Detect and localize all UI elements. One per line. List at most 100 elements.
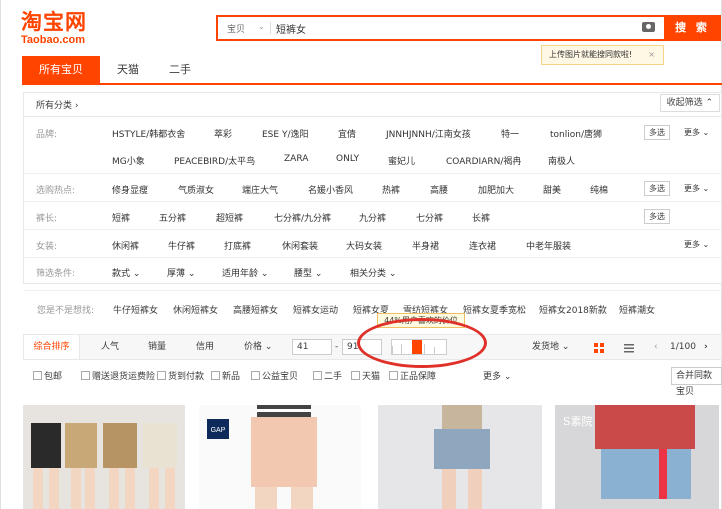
option[interactable]: 热裤 [382, 183, 400, 196]
multi-select-button[interactable]: 多选 [644, 125, 670, 140]
filter-label: 新品 [222, 372, 241, 382]
option[interactable]: 中老年服装 [526, 239, 571, 252]
option[interactable]: 端庄大气 [242, 183, 278, 196]
option[interactable]: 长裤 [472, 211, 490, 224]
product-card[interactable] [23, 405, 185, 509]
option[interactable]: 牛仔裤 [168, 239, 195, 252]
option[interactable]: MG小象 [112, 154, 145, 167]
filter-charity[interactable]: 公益宝贝 [251, 369, 298, 382]
suggest-link[interactable]: 短裤女运动 [293, 303, 338, 316]
option[interactable]: 打底裤 [224, 239, 251, 252]
option[interactable]: 加肥加大 [478, 183, 514, 196]
prev-page-icon[interactable]: ‹ [654, 335, 658, 359]
filter-new[interactable]: 新品 [211, 369, 240, 382]
dropdown-style[interactable]: 款式 ⌄ [112, 266, 140, 279]
suggest-link[interactable]: 短裤潮女 [619, 303, 655, 316]
suggest-link[interactable]: 牛仔短裤女 [113, 303, 158, 316]
filter-genuine[interactable]: 正品保障 [389, 369, 436, 382]
filter-label: 天猫 [362, 372, 381, 382]
more-button[interactable]: 更多 ⌄ [684, 183, 709, 194]
product-card[interactable]: S素院 [555, 405, 719, 509]
suggest-link[interactable]: 短裤女夏季宽松 [463, 303, 526, 316]
row-label: 裤长: [36, 214, 58, 224]
sort-default[interactable]: 综合排序 [24, 335, 80, 359]
dropdown-thickness[interactable]: 厚薄 ⌄ [167, 266, 195, 279]
logo-text: 淘宝网 [21, 9, 87, 34]
option[interactable]: 气质淑女 [178, 183, 214, 196]
option[interactable]: 七分裤/九分裤 [274, 211, 331, 224]
option[interactable]: 短裤 [112, 211, 130, 224]
tab-all[interactable]: 所有宝贝 [22, 56, 100, 84]
collapse-filter-button[interactable]: 收起筛选 ⌃ [659, 94, 720, 112]
dropdown-related[interactable]: 相关分类 ⌄ [350, 266, 396, 279]
filter-return-insurance[interactable]: 赠送退货运费险 [81, 369, 155, 382]
option[interactable]: 九分裤 [359, 211, 386, 224]
filter-tmall[interactable]: 天猫 [351, 369, 380, 382]
option[interactable]: JNNHJNNH/江南女孩 [386, 127, 471, 140]
option[interactable]: 大码女装 [346, 239, 382, 252]
option[interactable]: ONLY [336, 154, 359, 164]
option[interactable]: 特一 [501, 127, 519, 140]
list-view-icon[interactable] [624, 343, 634, 353]
option[interactable]: 高腰 [430, 183, 448, 196]
option[interactable]: 修身显瘦 [112, 183, 148, 196]
option[interactable]: 萃彩 [214, 127, 232, 140]
option[interactable]: 名媛小香风 [308, 183, 353, 196]
sort-popularity[interactable]: 人气 [101, 335, 119, 359]
search-button[interactable]: 搜 索 [664, 15, 721, 41]
option[interactable]: 南极人 [548, 154, 575, 167]
option[interactable]: 连衣裙 [469, 239, 496, 252]
option[interactable]: 休闲套装 [282, 239, 318, 252]
suggest-link[interactable]: 休闲短裤女 [173, 303, 218, 316]
option[interactable]: 七分裤 [416, 211, 443, 224]
more-button[interactable]: 更多 ⌄ [684, 127, 709, 138]
product-card[interactable] [378, 405, 542, 509]
search-category[interactable]: 宝贝 [227, 22, 245, 35]
filter-secondhand[interactable]: 二手 [313, 369, 342, 382]
option[interactable]: 超短裤 [216, 211, 243, 224]
option[interactable]: tonlion/唐狮 [550, 127, 602, 140]
sort-price[interactable]: 价格 ⌄ [244, 335, 272, 359]
option[interactable]: COARDIARN/褐冉 [446, 154, 521, 167]
multi-select-button[interactable]: 多选 [644, 209, 670, 224]
dropdown-age[interactable]: 适用年龄 ⌄ [222, 266, 268, 279]
option[interactable]: 休闲裤 [112, 239, 139, 252]
filter-free-shipping[interactable]: 包邮 [33, 369, 62, 382]
filter-cod[interactable]: 货到付款 [157, 369, 204, 382]
taobao-logo[interactable]: 淘宝网 Taobao.com [21, 9, 111, 47]
suggest-link[interactable]: 高腰短裤女 [233, 303, 278, 316]
option[interactable]: HSTYLE/韩都衣舍 [112, 127, 185, 140]
page-indicator: 1/100 [670, 342, 696, 352]
filter-row-conditions: 筛选条件: 款式 ⌄ 厚薄 ⌄ 适用年龄 ⌄ 腰型 ⌄ 相关分类 ⌄ [24, 257, 721, 284]
option[interactable]: ESE Y/逸阳 [262, 127, 308, 140]
multi-select-button[interactable]: 多选 [644, 181, 670, 196]
merge-same-items-button[interactable]: 合并同款宝贝 [671, 367, 722, 397]
filter-label: 二手 [324, 372, 343, 382]
option[interactable]: ZARA [284, 154, 308, 164]
filter-label: 货到付款 [168, 372, 205, 382]
dropdown-waist[interactable]: 腰型 ⌄ [294, 266, 322, 279]
option[interactable]: 宜倩 [338, 127, 356, 140]
chevron-down-icon[interactable]: ⌄ [258, 22, 265, 31]
option[interactable]: PEACEBIRD/太平鸟 [174, 154, 255, 167]
option[interactable]: 纯棉 [590, 183, 608, 196]
option[interactable]: 甜美 [543, 183, 561, 196]
all-categories-link[interactable]: 所有分类 › [36, 98, 78, 111]
price-min-input[interactable]: 41 [292, 339, 332, 355]
sort-sales[interactable]: 销量 [148, 335, 166, 359]
product-card[interactable]: GAP [199, 405, 361, 509]
sort-credit[interactable]: 信用 [196, 335, 214, 359]
option[interactable]: 半身裙 [412, 239, 439, 252]
camera-icon[interactable] [642, 22, 655, 32]
option[interactable]: 蜜妃儿 [388, 154, 415, 167]
option[interactable]: 五分裤 [159, 211, 186, 224]
more-button[interactable]: 更多 ⌄ [684, 239, 709, 250]
location-dropdown[interactable]: 发货地 ⌄ [532, 335, 569, 359]
grid-view-icon[interactable] [594, 343, 604, 353]
filters-more-button[interactable]: 更多 ⌄ [483, 369, 511, 382]
next-page-icon[interactable]: › [704, 335, 708, 359]
search-input[interactable] [276, 20, 636, 36]
suggest-link[interactable]: 短裤女2018新款 [539, 303, 607, 316]
tab-secondhand[interactable]: 二手 [158, 56, 202, 84]
tab-tmall[interactable]: 天猫 [106, 56, 150, 84]
